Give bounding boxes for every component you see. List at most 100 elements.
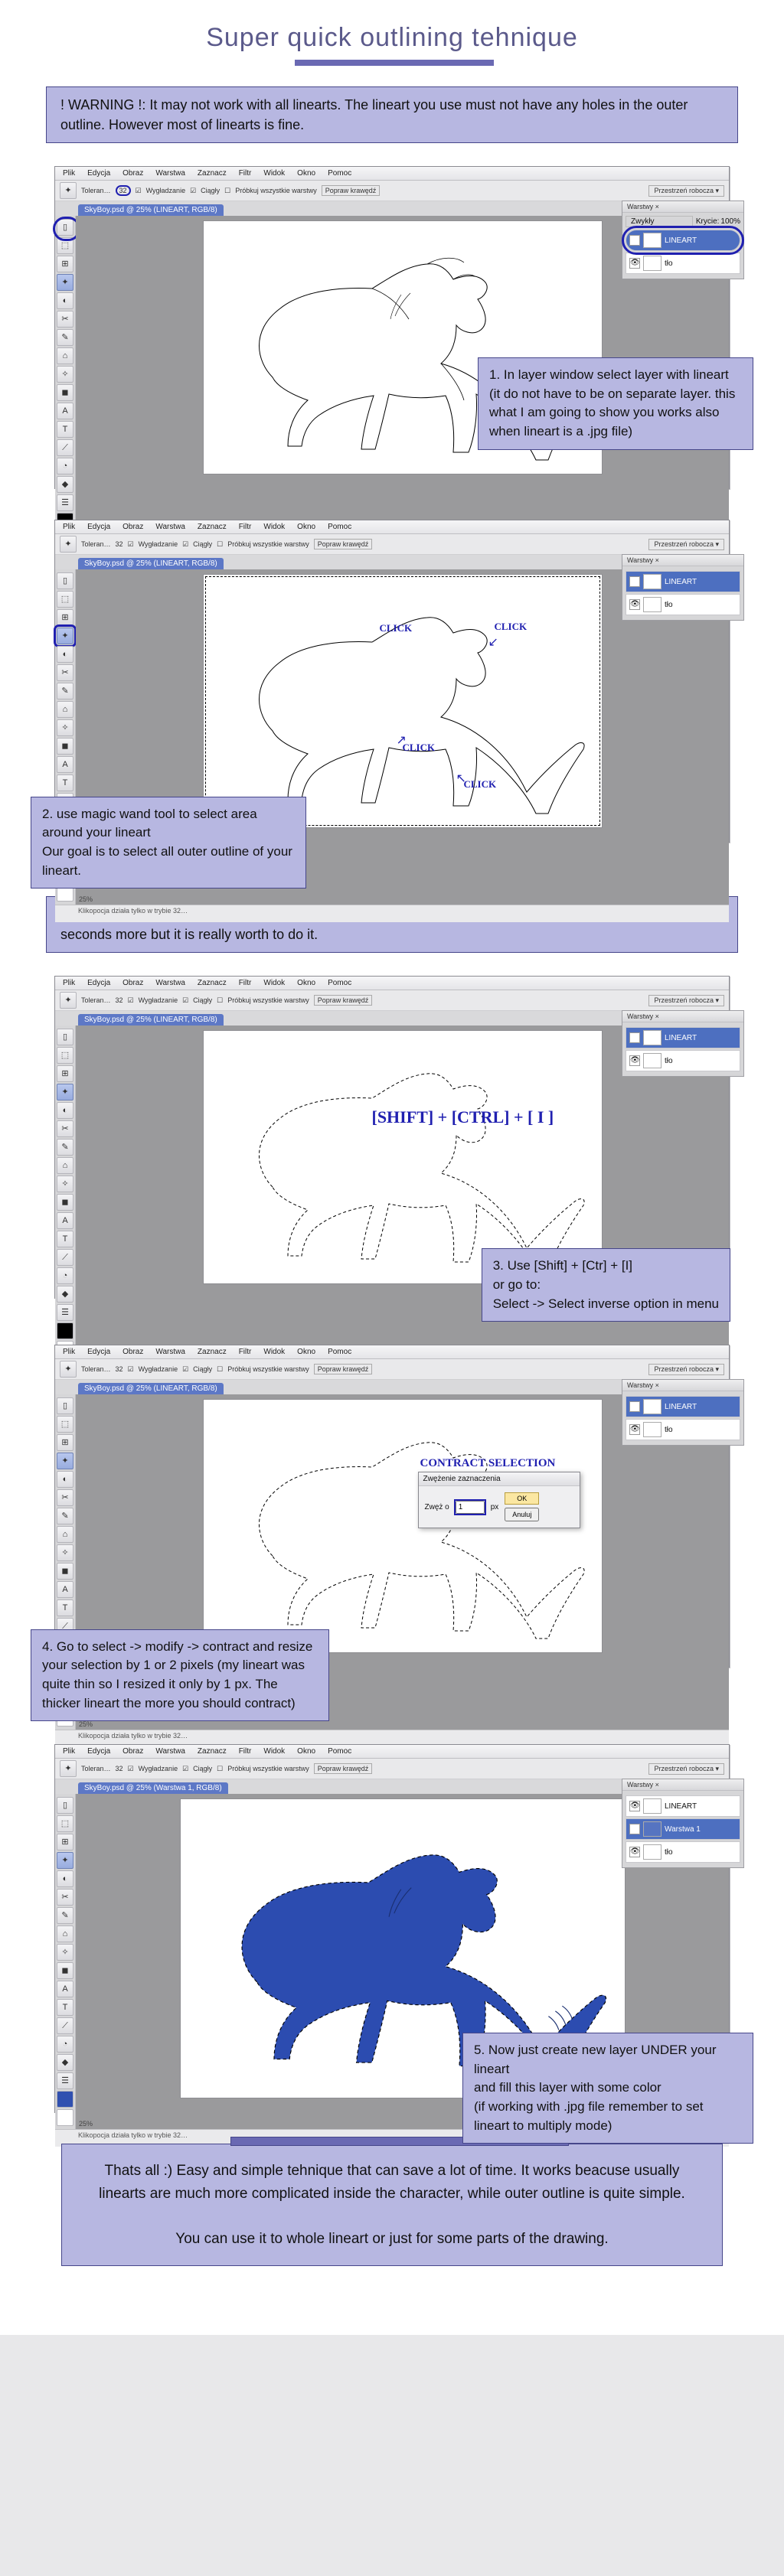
tolerance-value[interactable]: 32	[116, 996, 123, 1004]
tool-hand[interactable]: ☰	[57, 494, 74, 511]
tool-move[interactable]: ▯	[57, 1397, 74, 1414]
menu-layer[interactable]: Warstwa	[152, 522, 188, 532]
tool-lasso[interactable]: ⊞	[57, 1065, 74, 1082]
layers-panel-title[interactable]: Warstwy ×	[622, 201, 743, 213]
menu-select[interactable]: Zaznacz	[194, 168, 230, 178]
document-tab[interactable]: SkyBoy.psd @ 25% (LINEART, RGB/8)	[78, 1014, 224, 1026]
tool-move[interactable]: ▯	[57, 1029, 74, 1045]
menu-file[interactable]: Plik	[60, 522, 78, 532]
tool-shape[interactable]: ◆	[57, 2054, 74, 2071]
workspace-dropdown[interactable]: Przestrzeń robocza ▾	[648, 185, 724, 197]
canvas[interactable]: CLICK CLICK ↙ CLICK ↗ CLICK ↖	[203, 574, 603, 828]
refine-edge-button[interactable]: Popraw krawędź	[314, 1364, 373, 1374]
contract-value-input[interactable]	[456, 1501, 485, 1514]
tool-magic-wand[interactable]: ✦	[57, 274, 74, 291]
tool-crop[interactable]: ◐	[57, 1471, 74, 1488]
tool-marquee[interactable]: ⬚	[57, 1815, 74, 1832]
menu-file[interactable]: Plik	[60, 1347, 78, 1357]
refine-edge-button[interactable]: Popraw krawędź	[314, 1763, 373, 1774]
tool-rect[interactable]: ◔	[57, 1267, 74, 1284]
opt-antialias[interactable]: Wygładzanie	[139, 1765, 178, 1772]
tool-blur[interactable]: A	[57, 1581, 74, 1598]
opt-sample-all[interactable]: Próbkuj wszystkie warstwy	[227, 1365, 309, 1373]
tool-shape[interactable]: ◆	[57, 1286, 74, 1303]
eye-icon[interactable]: 👁	[629, 1401, 640, 1412]
tool-type[interactable]: T	[57, 774, 74, 791]
menu-view[interactable]: Widok	[260, 978, 288, 988]
refine-edge-button[interactable]: Popraw krawędź	[322, 185, 381, 196]
menu-edit[interactable]: Edycja	[84, 1347, 113, 1357]
menu-image[interactable]: Obraz	[119, 978, 146, 988]
tolerance-value[interactable]: 32	[116, 185, 131, 196]
eye-icon[interactable]: 👁	[629, 1055, 640, 1066]
tool-fill[interactable]: ◼	[57, 738, 74, 755]
layer-background[interactable]: 👁 tło	[626, 253, 740, 274]
tool-marquee[interactable]: ⬚	[57, 237, 74, 254]
menu-select[interactable]: Zaznacz	[194, 1347, 230, 1357]
menu-view[interactable]: Widok	[260, 522, 288, 532]
menu-view[interactable]: Widok	[260, 168, 288, 178]
tool-pen[interactable]: ⟋	[57, 439, 74, 456]
document-tab[interactable]: SkyBoy.psd @ 25% (LINEART, RGB/8)	[78, 558, 224, 569]
tool-magic-wand[interactable]: ✦	[57, 1084, 74, 1101]
menu-view[interactable]: Widok	[260, 1347, 288, 1357]
tool-fill[interactable]: ◼	[57, 1962, 74, 1979]
opt-contiguous[interactable]: Ciągły	[193, 996, 212, 1004]
tool-fill[interactable]: ◼	[57, 1563, 74, 1580]
menu-window[interactable]: Okno	[294, 978, 318, 988]
menu-select[interactable]: Zaznacz	[194, 1746, 230, 1756]
opt-contiguous[interactable]: Ciągły	[193, 1365, 212, 1373]
opt-antialias[interactable]: Wygładzanie	[146, 187, 185, 194]
tool-slice[interactable]: ✂	[57, 1489, 74, 1506]
tool-brush[interactable]: ✎	[57, 329, 74, 346]
eye-icon[interactable]: 👁	[629, 258, 640, 269]
layer-lineart[interactable]: 👁 LINEART	[626, 230, 740, 251]
canvas[interactable]: CONTRACT SELECTION Zwężenie zaznaczenia …	[203, 1399, 603, 1653]
layers-panel-title[interactable]: Warstwy ×	[622, 1779, 743, 1791]
menu-edit[interactable]: Edycja	[84, 978, 113, 988]
tool-magic-wand[interactable]: ✦	[57, 1852, 74, 1869]
eye-icon[interactable]: 👁	[629, 1824, 640, 1834]
tool-rect[interactable]: ◔	[57, 2036, 74, 2053]
opacity-value[interactable]: 100%	[720, 217, 740, 226]
menu-filter[interactable]: Filtr	[236, 168, 255, 178]
tool-type[interactable]: T	[57, 421, 74, 438]
tool-lasso[interactable]: ⊞	[57, 609, 74, 626]
tolerance-value[interactable]: 32	[116, 1365, 123, 1373]
tool-brush[interactable]: ✎	[57, 1907, 74, 1924]
menu-edit[interactable]: Edycja	[84, 1746, 113, 1756]
layer-background[interactable]: 👁tło	[626, 1050, 740, 1071]
tool-marquee[interactable]: ⬚	[57, 591, 74, 608]
tool-eraser[interactable]: ✧	[57, 1944, 74, 1961]
tool-clone[interactable]: ⌂	[57, 1526, 74, 1543]
tool-type[interactable]: T	[57, 1231, 74, 1247]
layer-lineart[interactable]: 👁LINEART	[626, 1396, 740, 1417]
tool-slice[interactable]: ✂	[57, 311, 74, 328]
eye-icon[interactable]: 👁	[629, 1424, 640, 1435]
opt-sample-all[interactable]: Próbkuj wszystkie warstwy	[235, 187, 317, 194]
menu-layer[interactable]: Warstwa	[152, 168, 188, 178]
opt-contiguous[interactable]: Ciągły	[193, 540, 212, 548]
eye-icon[interactable]: 👁	[629, 599, 640, 610]
opt-antialias[interactable]: Wygładzanie	[139, 996, 178, 1004]
canvas[interactable]: [SHIFT] + [CTRL] + [ I ]	[203, 1030, 603, 1284]
document-tab[interactable]: SkyBoy.psd @ 25% (LINEART, RGB/8)	[78, 204, 224, 216]
menubar[interactable]: Plik Edycja Obraz Warstwa Zaznacz Filtr …	[55, 977, 729, 990]
color-fg[interactable]	[57, 2091, 74, 2108]
menu-help[interactable]: Pomoc	[325, 978, 354, 988]
tool-blur[interactable]: A	[57, 756, 74, 773]
menu-file[interactable]: Plik	[60, 1746, 78, 1756]
tool-magic-wand[interactable]: ✦	[57, 628, 74, 644]
tool-crop[interactable]: ◐	[57, 1102, 74, 1119]
menu-help[interactable]: Pomoc	[325, 1746, 354, 1756]
tool-crop[interactable]: ◐	[57, 646, 74, 663]
tool-lasso[interactable]: ⊞	[57, 1434, 74, 1451]
menu-image[interactable]: Obraz	[119, 1347, 146, 1357]
layers-panel-title[interactable]: Warstwy ×	[622, 1011, 743, 1022]
menu-window[interactable]: Okno	[294, 168, 318, 178]
tool-blur[interactable]: A	[57, 1981, 74, 1997]
opt-sample-all[interactable]: Próbkuj wszystkie warstwy	[227, 1765, 309, 1772]
layer-lineart[interactable]: 👁LINEART	[626, 1027, 740, 1048]
layer-background[interactable]: 👁tło	[626, 594, 740, 615]
tool-type[interactable]: T	[57, 1599, 74, 1616]
